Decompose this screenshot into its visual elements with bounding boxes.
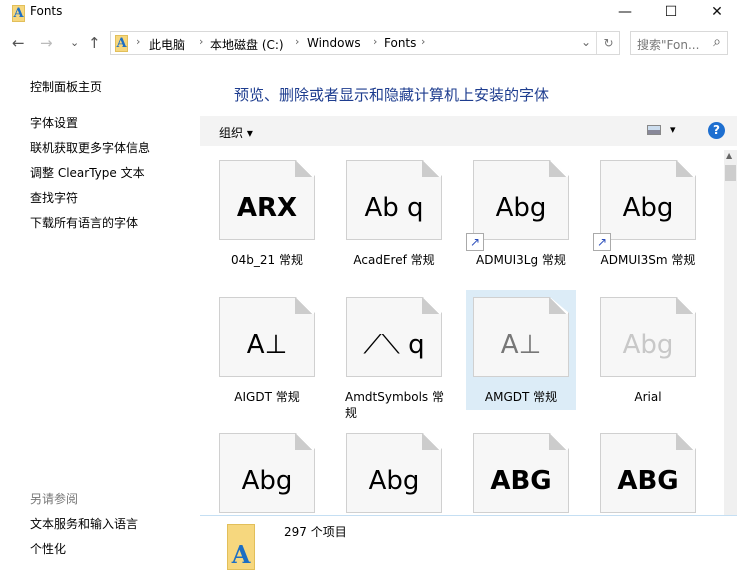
font-sample: Abg [622, 193, 674, 223]
up-button[interactable]: ↑ [88, 34, 101, 52]
forward-button[interactable]: → [40, 34, 53, 52]
font-preview-icon: Ab q [346, 160, 442, 240]
sidebar-font-settings[interactable]: 字体设置 [30, 114, 78, 131]
minimize-button[interactable]: — [602, 0, 648, 25]
address-bar[interactable]: A › 此电脑 › 本地磁盘 (C:) › Windows › Fonts › … [110, 31, 620, 55]
font-item[interactable]: A⊥ AMGDT 常规 [466, 290, 576, 410]
font-preview-icon: Abg [219, 433, 315, 513]
help-icon[interactable]: ? [708, 122, 725, 139]
breadcrumb-this-pc[interactable]: 此电脑 [149, 36, 185, 53]
font-sample: Abg [622, 330, 674, 360]
font-preview-icon: ARX [219, 160, 315, 240]
window-title: Fonts [30, 4, 63, 18]
font-preview-icon: Abg [473, 160, 569, 240]
font-name: AcadEref 常规 [353, 253, 435, 267]
font-preview-icon: Abg [346, 433, 442, 513]
font-name: Arial [634, 390, 662, 404]
breadcrumb-fonts[interactable]: Fonts [384, 36, 416, 50]
sidebar-cleartype[interactable]: 调整 ClearType 文本 [30, 164, 145, 181]
breadcrumb-windows[interactable]: Windows [307, 36, 361, 50]
details-pane: A 297 个项目 [200, 515, 737, 573]
sidebar-text-services[interactable]: 文本服务和输入语言 [30, 515, 138, 532]
font-sample: ABG [617, 466, 679, 496]
item-count: 297 个项目 [284, 525, 347, 539]
fonts-folder-icon: A [115, 35, 128, 52]
search-icon: ⌕ [713, 34, 721, 50]
fonts-folder-large-icon: A [227, 524, 255, 570]
breadcrumb-separator: › [421, 35, 426, 48]
font-sample: ABG [490, 466, 552, 496]
font-name: 04b_21 常规 [231, 253, 303, 267]
font-preview-icon: Abg [600, 297, 696, 377]
shortcut-arrow-icon: ↗ [593, 233, 611, 251]
maximize-button[interactable]: ☐ [648, 0, 694, 25]
sidebar-download-fonts[interactable]: 下载所有语言的字体 [30, 214, 138, 231]
breadcrumb-separator: › [373, 35, 378, 48]
vertical-scrollbar[interactable]: ▲ [724, 150, 737, 515]
address-dropdown-button[interactable]: ⌄ [581, 35, 591, 49]
back-button[interactable]: ← [12, 34, 25, 52]
font-item[interactable]: ⟋⟍ q AmdtSymbols 常规 [339, 297, 449, 427]
recent-locations-button[interactable]: ⌄ [70, 36, 79, 49]
sidebar-get-more-fonts[interactable]: 联机获取更多字体信息 [30, 139, 150, 156]
font-sample: ⟋⟍ q [363, 330, 425, 360]
view-dropdown[interactable]: ▾ [670, 123, 676, 136]
font-item[interactable]: Abg ↗ ADMUI3Lg 常规 [466, 160, 576, 290]
font-preview-icon: A⊥ [219, 297, 315, 377]
shortcut-arrow-icon: ↗ [466, 233, 484, 251]
font-preview-icon: Abg [600, 160, 696, 240]
sidebar-find-character[interactable]: 查找字符 [30, 189, 78, 206]
breadcrumb-separator: › [199, 35, 204, 48]
font-preview-icon: ABG [600, 433, 696, 513]
breadcrumb-local-disk[interactable]: 本地磁盘 (C:) [210, 36, 284, 53]
sidebar-personalization[interactable]: 个性化 [30, 540, 66, 557]
scroll-up-icon[interactable]: ▲ [726, 151, 732, 160]
font-sample: A⊥ [500, 330, 542, 360]
font-name: AMGDT 常规 [484, 390, 558, 404]
font-sample: Ab q [364, 193, 424, 223]
font-sample: ARX [236, 193, 298, 223]
organize-menu[interactable]: 组织 ▾ [219, 124, 253, 141]
font-name: ADMUI3Sm 常规 [600, 253, 696, 267]
fonts-folder-icon: A [12, 5, 25, 22]
font-sample: Abg [241, 466, 293, 496]
close-button[interactable]: ✕ [694, 0, 737, 25]
sidebar-control-panel-home[interactable]: 控制面板主页 [30, 78, 102, 95]
font-preview-icon: ⟋⟍ q [346, 297, 442, 377]
change-view-icon[interactable] [647, 125, 661, 135]
breadcrumb-separator: › [295, 35, 300, 48]
font-preview-icon: ABG [473, 433, 569, 513]
scrollbar-thumb[interactable] [725, 165, 736, 181]
font-item[interactable]: A⊥ AIGDT 常规 [212, 297, 322, 427]
see-also-title: 另请参阅 [30, 492, 79, 506]
font-item[interactable]: Abg Arial [593, 297, 703, 427]
font-name: ADMUI3Lg 常规 [476, 253, 566, 267]
font-sample: Abg [368, 466, 420, 496]
search-placeholder: 搜索"Fon... [637, 38, 700, 52]
breadcrumb-separator: › [136, 35, 141, 48]
font-item[interactable]: Abg ↗ ADMUI3Sm 常规 [593, 160, 703, 290]
font-name: AIGDT 常规 [234, 390, 300, 404]
font-item[interactable]: ARX 04b_21 常规 [212, 160, 322, 290]
search-input[interactable]: 搜索"Fon... ⌕ [630, 31, 728, 55]
font-sample: A⊥ [246, 330, 288, 360]
font-preview-icon: A⊥ [473, 297, 569, 377]
toolbar: 组织 ▾ ▾ ? [200, 116, 737, 146]
font-sample: Abg [495, 193, 547, 223]
font-item[interactable]: Ab q AcadEref 常规 [339, 160, 449, 290]
page-heading: 预览、删除或者显示和隐藏计算机上安装的字体 [234, 86, 550, 104]
refresh-button[interactable]: ↻ [596, 32, 620, 54]
font-name: AmdtSymbols 常规 [345, 390, 444, 420]
